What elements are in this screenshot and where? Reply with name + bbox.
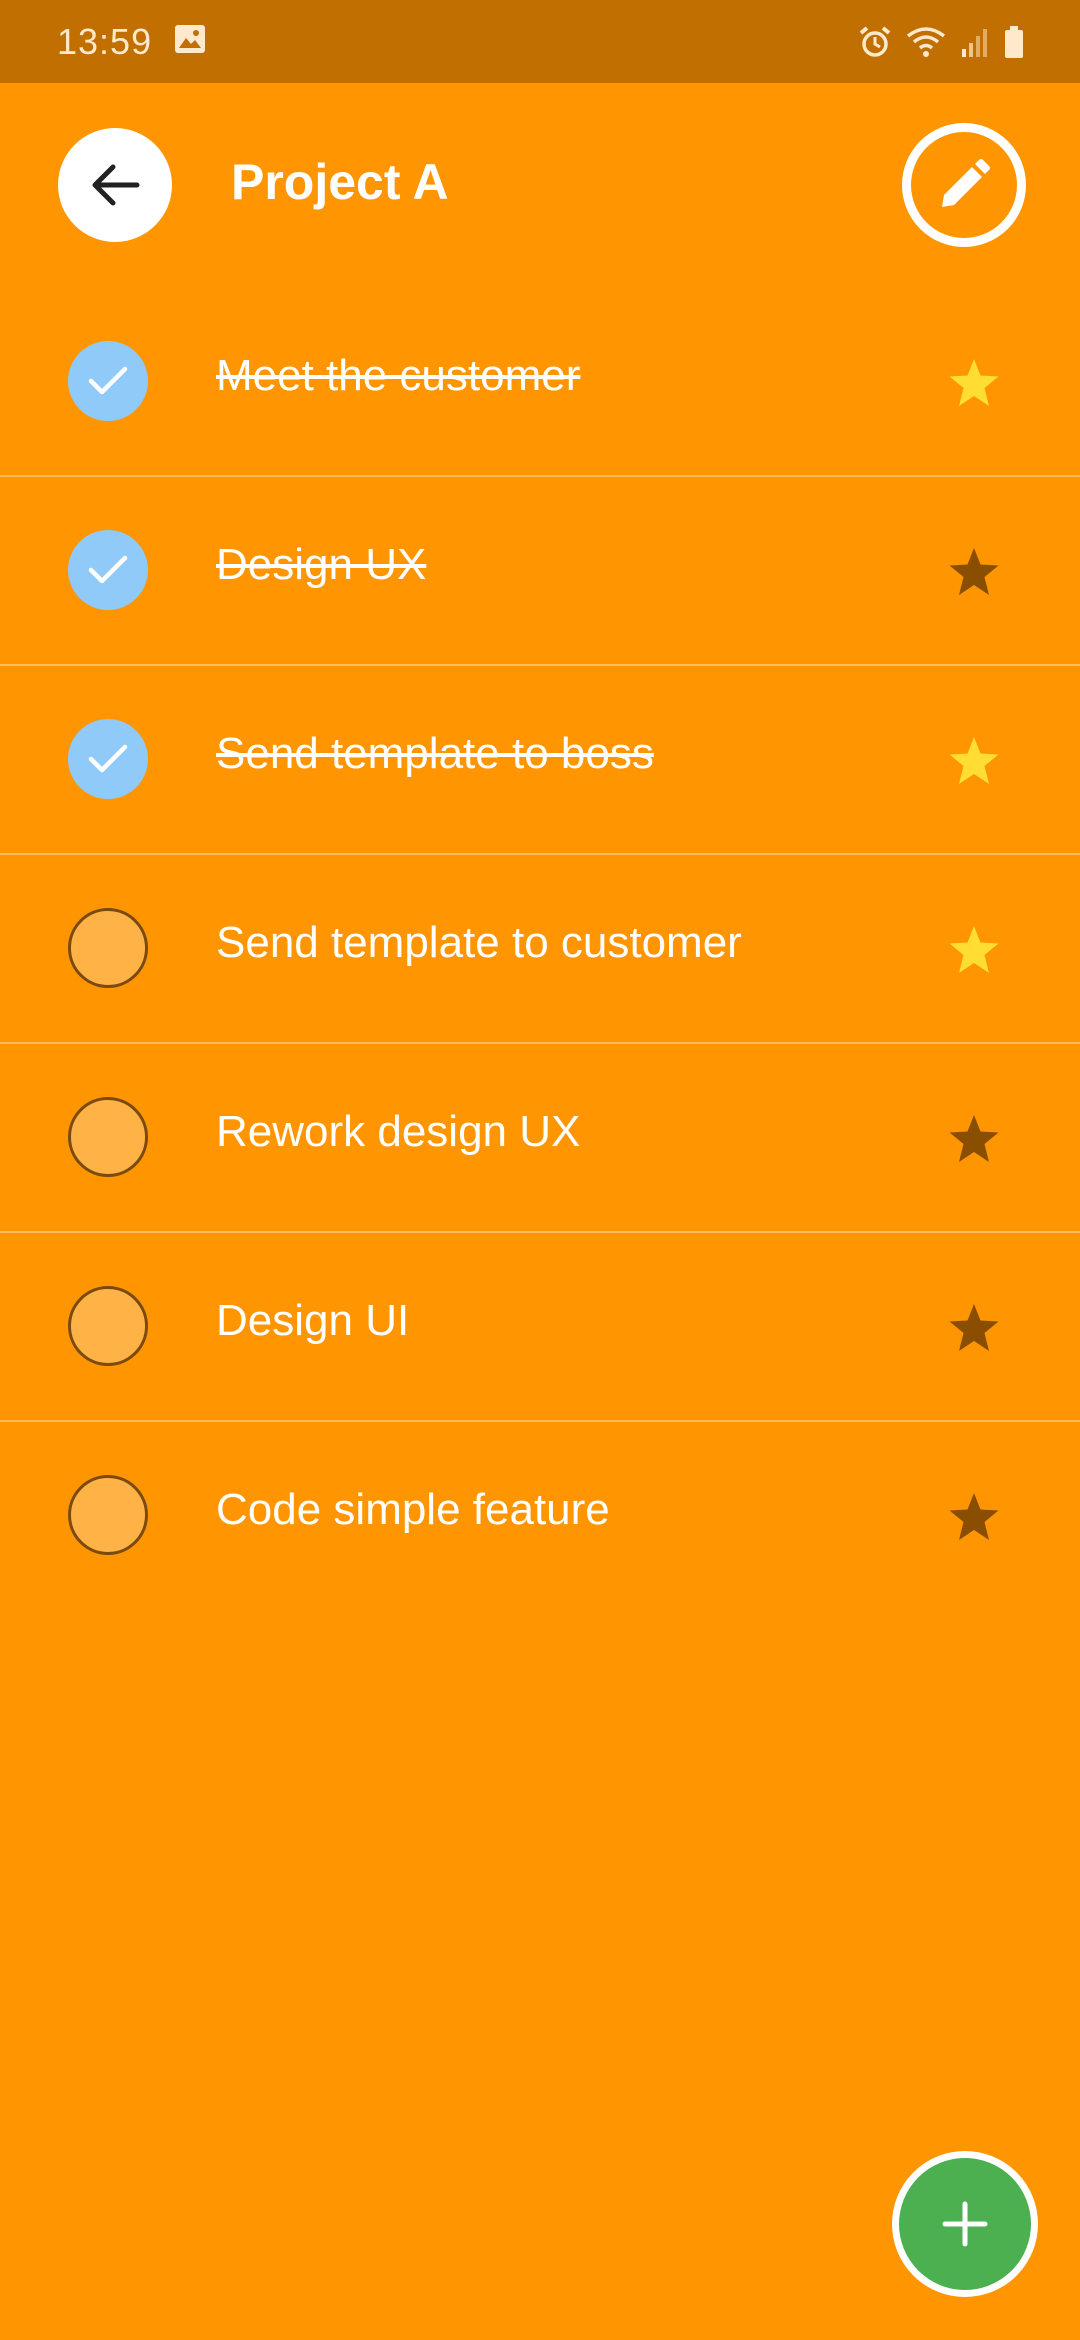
alarm-icon bbox=[858, 25, 892, 59]
checkmark-icon bbox=[88, 555, 128, 584]
star-icon[interactable] bbox=[948, 358, 1000, 408]
task-label: Send template to customer bbox=[216, 918, 742, 967]
star-icon[interactable] bbox=[948, 1303, 1000, 1353]
task-row[interactable]: Code simple feature bbox=[0, 1422, 1080, 1611]
task-checkbox-unchecked[interactable] bbox=[68, 908, 148, 988]
star-icon[interactable] bbox=[948, 547, 1000, 597]
arrow-left-icon bbox=[92, 164, 140, 206]
edit-button[interactable] bbox=[902, 123, 1026, 247]
task-label: Code simple feature bbox=[216, 1485, 610, 1534]
signal-icon bbox=[960, 27, 990, 57]
star-icon[interactable] bbox=[948, 1114, 1000, 1164]
task-label: Meet the customer bbox=[216, 351, 581, 400]
task-checkbox-checked[interactable] bbox=[68, 530, 148, 610]
checkmark-icon bbox=[88, 366, 128, 395]
task-row[interactable]: Rework design UX bbox=[0, 1044, 1080, 1233]
page-title: Project A bbox=[231, 154, 449, 210]
task-row[interactable]: Meet the customer bbox=[0, 288, 1080, 477]
task-label: Design UX bbox=[216, 540, 427, 589]
task-label: Design UI bbox=[216, 1296, 410, 1345]
star-icon[interactable] bbox=[948, 736, 1000, 786]
task-row[interactable]: Design UX bbox=[0, 477, 1080, 666]
image-icon bbox=[174, 24, 206, 59]
header: Project A bbox=[0, 83, 1080, 288]
task-checkbox-checked[interactable] bbox=[68, 341, 148, 421]
add-task-button[interactable] bbox=[892, 2151, 1038, 2297]
task-row[interactable]: Design UI bbox=[0, 1233, 1080, 1422]
task-checkbox-checked[interactable] bbox=[68, 719, 148, 799]
star-icon[interactable] bbox=[948, 1492, 1000, 1542]
task-list: Meet the customer Design UX Send template … bbox=[0, 288, 1080, 1611]
task-row[interactable]: Send template to customer bbox=[0, 855, 1080, 1044]
checkmark-icon bbox=[88, 744, 128, 773]
task-checkbox-unchecked[interactable] bbox=[68, 1475, 148, 1555]
plus-icon bbox=[942, 2201, 988, 2247]
wifi-icon bbox=[906, 26, 946, 58]
task-checkbox-unchecked[interactable] bbox=[68, 1286, 148, 1366]
task-checkbox-unchecked[interactable] bbox=[68, 1097, 148, 1177]
star-icon[interactable] bbox=[948, 925, 1000, 975]
battery-icon bbox=[1004, 25, 1024, 58]
back-button[interactable] bbox=[58, 128, 172, 242]
task-label: Rework design UX bbox=[216, 1107, 581, 1156]
status-left: 13:59 bbox=[57, 21, 206, 63]
status-right bbox=[858, 25, 1024, 59]
status-bar: 13:59 bbox=[0, 0, 1080, 83]
status-time: 13:59 bbox=[57, 20, 153, 62]
task-label: Send template to boss bbox=[216, 729, 654, 778]
pencil-icon bbox=[942, 159, 990, 207]
task-row[interactable]: Send template to boss bbox=[0, 666, 1080, 855]
